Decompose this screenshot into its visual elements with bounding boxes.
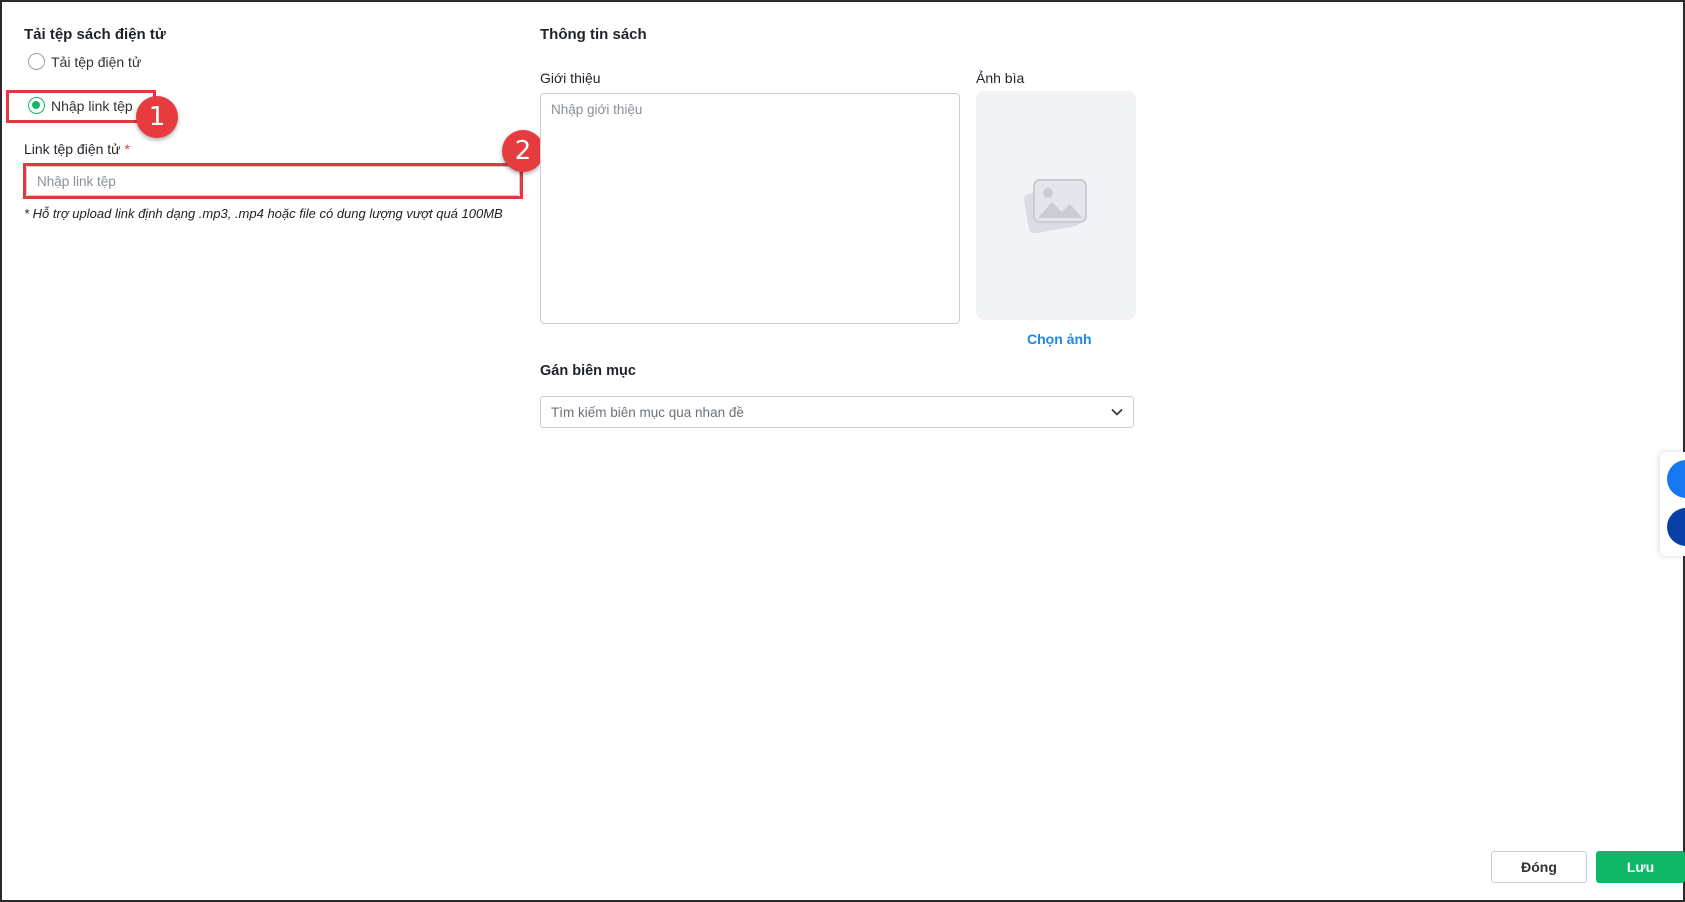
cover-image-placeholder[interactable] <box>976 91 1136 320</box>
close-button[interactable]: Đóng <box>1491 851 1587 883</box>
radio-enter-link[interactable]: Nhập link tệp <box>28 97 133 114</box>
save-button[interactable]: Lưu <box>1596 851 1685 883</box>
messenger-icon[interactable] <box>1667 460 1685 498</box>
annotation-badge-1: 1 <box>136 96 178 138</box>
cover-label: Ảnh bìa <box>976 70 1025 86</box>
radio-upload-file[interactable]: Tải tệp điện tử <box>28 53 141 70</box>
catalog-title: Gán biên mục <box>540 363 636 379</box>
radio-enter-link-circle[interactable] <box>28 97 45 114</box>
image-placeholder-icon <box>1024 178 1087 233</box>
radio-enter-link-label: Nhập link tệp <box>51 97 133 114</box>
upload-hint: * Hỗ trợ upload link định dạng .mp3, .mp… <box>24 206 503 221</box>
intro-textarea[interactable]: Nhập giới thiệu <box>540 93 960 324</box>
chevron-down-icon <box>1111 408 1123 416</box>
annotation-badge-2: 2 <box>502 130 544 172</box>
intro-label: Giới thiệu <box>540 70 601 86</box>
book-info-title: Thông tin sách <box>540 26 647 43</box>
link-input[interactable]: Nhập link tệp <box>26 166 520 196</box>
chat-icon[interactable] <box>1667 508 1685 546</box>
intro-placeholder: Nhập giới thiệu <box>551 102 643 117</box>
radio-upload-file-label: Tải tệp điện tử <box>51 53 142 70</box>
radio-upload-file-circle[interactable] <box>28 53 45 70</box>
catalog-select-placeholder: Tìm kiếm biên mục qua nhan đề <box>551 404 744 420</box>
link-input-placeholder: Nhập link tệp <box>37 173 116 189</box>
link-field-label: Link tệp điện tử * <box>24 141 130 157</box>
catalog-select[interactable]: Tìm kiếm biên mục qua nhan đề <box>540 396 1134 428</box>
upload-section-title: Tải tệp sách điện tử <box>24 26 166 43</box>
link-field-label-text: Link tệp điện tử <box>24 141 121 157</box>
required-mark: * <box>124 141 130 157</box>
choose-image-link[interactable]: Chọn ảnh <box>1027 331 1092 347</box>
floating-support-widget <box>1660 452 1685 556</box>
